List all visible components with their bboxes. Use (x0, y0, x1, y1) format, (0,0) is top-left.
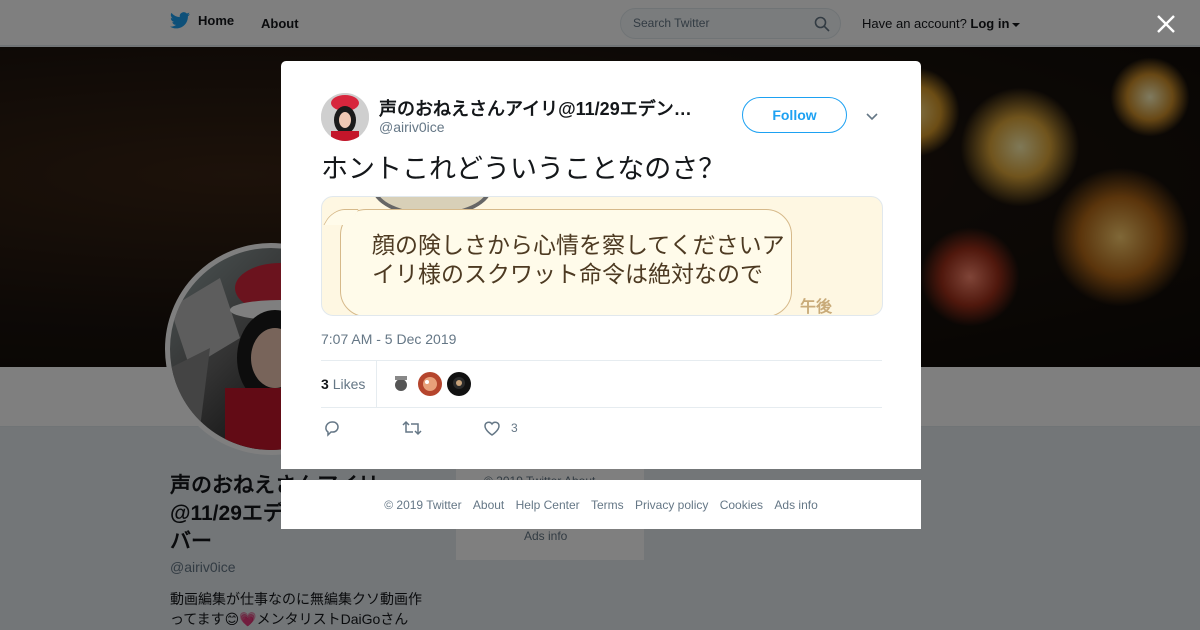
chevron-down-icon[interactable] (864, 108, 880, 124)
modal-footer: © 2019 Twitter About Help Center Terms P… (281, 480, 921, 529)
author-name[interactable]: 声のおねえさんアイリ@11/29エデン… (379, 95, 709, 121)
footer-link-about[interactable]: About (473, 498, 504, 512)
footer-link-help-center[interactable]: Help Center (516, 498, 580, 512)
like-count: 3 (511, 421, 518, 435)
likes-count: 3 (321, 376, 329, 392)
chat-bubble: 顔の険しさから心情を察してくださいアイリ様のスクワット命令は絶対なので (340, 209, 792, 315)
footer-link-privacy[interactable]: Privacy policy (635, 498, 708, 512)
footer-link-cookies[interactable]: Cookies (720, 498, 763, 512)
liker-avatar[interactable] (389, 372, 413, 396)
heart-icon (484, 421, 500, 436)
tweet-timestamp[interactable]: 7:07 AM - 5 Dec 2019 (321, 331, 456, 347)
tweet-media-image[interactable]: 顔の険しさから心情を察してくださいアイリ様のスクワット命令は絶対なので 午後11… (321, 196, 883, 316)
tweet-stats: 3 Likes (321, 360, 882, 408)
reply-icon (325, 421, 339, 437)
close-icon[interactable] (1153, 11, 1179, 37)
tweet-permalink-modal: 声のおねえさんアイリ@11/29エデン… @airiv0ice Follow ホ… (281, 61, 921, 469)
tweet-actions: 3 (321, 419, 881, 439)
stats-divider (376, 361, 377, 407)
footer-link-ads-info[interactable]: Ads info (774, 498, 817, 512)
like-button[interactable]: 3 (483, 419, 518, 437)
footer-copyright: © 2019 Twitter (384, 498, 462, 512)
media-timestamp: 午後11:58 (800, 297, 833, 316)
author-avatar[interactable] (321, 93, 369, 141)
avatar-illustration (321, 93, 369, 141)
reply-button[interactable] (323, 419, 341, 437)
tweet-text: ホントこれどういうことなのさ？ (321, 154, 726, 185)
footer-link-terms[interactable]: Terms (591, 498, 624, 512)
liker-avatar[interactable] (447, 372, 471, 396)
liker-avatar[interactable] (418, 372, 442, 396)
likes-stat[interactable]: 3 Likes (321, 376, 365, 392)
retweet-icon (402, 420, 422, 436)
likes-label: Likes (332, 376, 366, 392)
media-bubble-text: 顔の険しさから心情を察してくださいアイリ様のスクワット命令は絶対なので (372, 233, 785, 288)
retweet-button[interactable] (402, 419, 422, 437)
follow-button[interactable]: Follow (742, 97, 847, 133)
author-handle[interactable]: @airiv0ice (379, 119, 445, 135)
